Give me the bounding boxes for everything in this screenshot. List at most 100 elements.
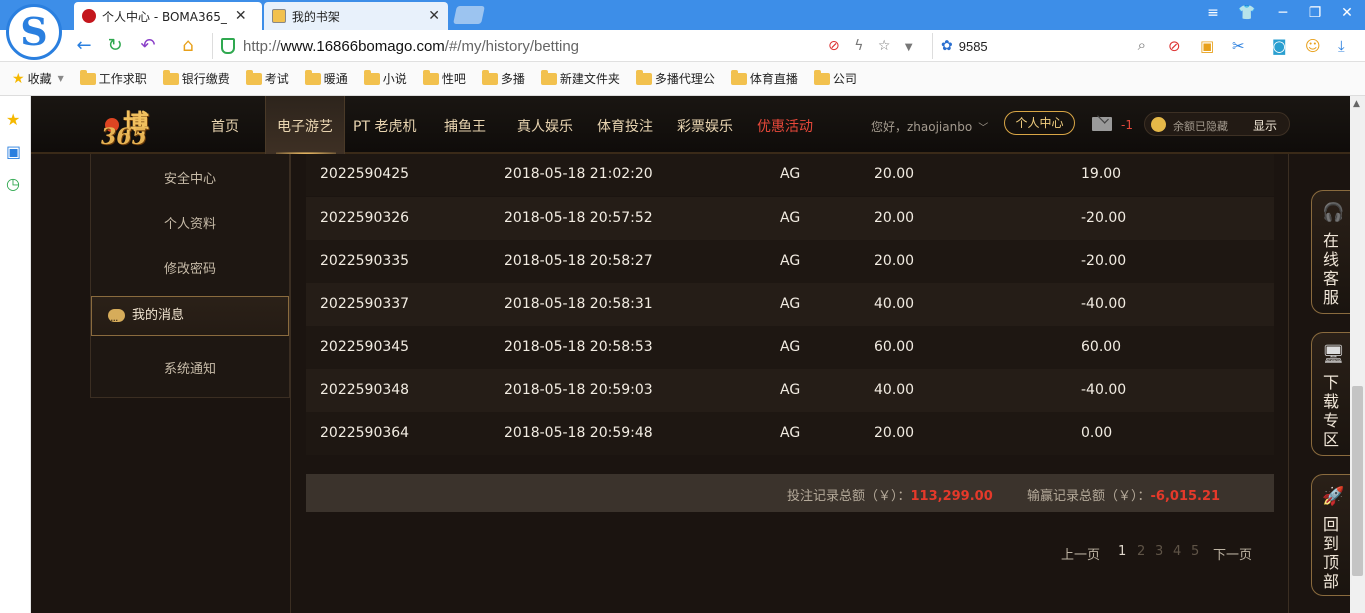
nav-fishing[interactable]: 捕鱼王 [444,116,486,136]
browser-tab-2[interactable]: 我的书架 ✕ [264,2,448,30]
menu-change-password[interactable]: 修改密码 [91,258,289,277]
window-close-icon[interactable]: ✕ [1332,5,1362,21]
win-loss: -20.00 [1081,210,1127,226]
order-id: 2022590364 [320,425,410,441]
nav-pt-slots[interactable]: PT 老虎机 [353,116,416,136]
browser-tab-1[interactable]: 个人中心 - BOMA365_ ✕ [74,2,262,30]
reader-icon[interactable]: ▣ [6,142,21,161]
bookmark-item[interactable]: ★ 收藏 ▼ [12,70,64,87]
nav-live-casino[interactable]: 真人娱乐 [517,116,573,136]
bookmark-folder[interactable]: 银行缴费 [162,69,230,87]
bookmark-folder[interactable]: 考试 [245,69,289,87]
search-icon[interactable]: ⌕ [1138,36,1146,54]
bet-amount: 20.00 [874,166,915,182]
user-center-button[interactable]: 个人中心 [1004,111,1075,135]
menu-system-notice[interactable]: 系统通知 [91,358,289,377]
nav-electronic-games[interactable]: 电子游艺 [277,116,333,136]
menu-profile[interactable]: 个人资料 [91,213,289,232]
platform: AG [780,382,801,398]
undo-icon[interactable]: ↶ [136,35,160,56]
online-service-button[interactable]: 🎧 在线客服 [1311,190,1350,314]
order-id: 2022590326 [320,210,410,226]
menu-icon[interactable]: ≡ [1198,5,1228,21]
bookmark-folder[interactable]: 性吧 [422,69,466,87]
win-loss: 60.00 [1081,339,1122,355]
nav-sports[interactable]: 体育投注 [597,116,653,136]
win-total-label: 输赢记录总额（￥）： [1027,489,1151,504]
nav-promotions[interactable]: 优惠活动 [757,116,813,136]
order-id: 2022590425 [320,166,410,182]
favorites-star-icon[interactable]: ★ [6,110,20,129]
adblock-icon[interactable]: ⊘ [1168,37,1181,55]
bet-time: 2018-05-18 20:58:27 [504,253,653,269]
back-icon[interactable]: ← [72,35,96,56]
site-logo[interactable]: 博 365 [91,100,191,152]
mail-icon[interactable] [1092,117,1112,131]
bookmark-folder[interactable]: 新建文件夹 [540,69,620,87]
download-icon[interactable]: ⤓ [1338,37,1345,55]
url-text: http://www.16866bomago.com/#/my/history/… [243,37,580,55]
prev-page-button[interactable]: 上一页 [1061,544,1100,563]
scrollbar-thumb[interactable] [1352,386,1363,576]
bookmark-folder[interactable]: 公司 [813,69,857,87]
bookmark-label: 新建文件夹 [559,72,620,86]
translate-icon[interactable]: ◙ [1272,37,1287,55]
page-3[interactable]: 3 [1155,544,1163,559]
bet-amount: 20.00 [874,253,915,269]
folder-icon [730,69,747,85]
bookmark-folder[interactable]: 小说 [363,69,407,87]
skin-icon[interactable]: 👕 [1232,5,1262,21]
home-icon[interactable]: ⌂ [176,35,200,56]
lightning-icon[interactable]: ϟ [854,38,863,54]
history-clock-icon[interactable]: ◷ [6,174,20,193]
folder-icon [245,69,262,85]
next-page-button[interactable]: 下一页 [1213,544,1252,563]
nav-home[interactable]: 首页 [211,116,239,136]
more-icon[interactable]: ☺ [1305,37,1321,55]
close-icon[interactable]: ✕ [428,8,440,24]
browser-logo[interactable]: S [6,4,62,60]
browser-tab-strip: 个人中心 - BOMA365_ ✕ 我的书架 ✕ ≡ 👕 ─ ❐ ✕ [0,0,1365,30]
s-logo-icon: S [20,9,48,54]
refresh-icon[interactable]: ↻ [103,35,127,56]
menu-security-center[interactable]: 安全中心 [91,168,289,187]
user-greeting[interactable]: 您好，zhaojianbo ﹀ [871,118,988,135]
scissors-icon[interactable]: ✂ [1232,37,1245,55]
page-5[interactable]: 5 [1191,544,1199,559]
close-icon[interactable]: ✕ [235,8,247,24]
table-row: 2022590335 2018-05-18 20:58:27 AG 20.00 … [306,240,1274,283]
order-id: 2022590345 [320,339,410,355]
win-loss: -40.00 [1081,382,1127,398]
bet-amount: 20.00 [874,210,915,226]
scroll-up-icon[interactable]: ▲ [1353,99,1360,109]
page-1[interactable]: 1 [1118,544,1126,559]
folder-icon [304,69,321,85]
back-to-top-button[interactable]: 🚀 回到顶部 [1311,474,1350,596]
download-zone-button[interactable]: 🖥 下载专区 [1311,332,1350,456]
page-4[interactable]: 4 [1173,544,1181,559]
clipboard-icon[interactable]: ▣ [1200,37,1214,55]
restore-icon[interactable]: ❐ [1300,5,1330,21]
rocket-icon: 🚀 [1322,486,1345,507]
new-tab-button[interactable] [453,6,485,24]
search-input[interactable]: ✿ 9585 ⌕ [932,33,1154,59]
block-icon[interactable]: ⊘ [828,38,840,54]
bookmark-label: 收藏 [27,72,52,86]
chevron-down-icon[interactable]: ▼ [905,42,913,53]
bookmark-folder[interactable]: 多播代理公 [635,69,715,87]
account-menu: 安全中心 个人资料 修改密码 我的消息 系统通知 [90,154,290,398]
site-navbar: 博 365 首页 电子游艺 PT 老虎机 捕鱼王 真人娱乐 体育投注 彩票娱乐 … [31,96,1350,155]
bookmark-folder[interactable]: 多播 [481,69,525,87]
menu-my-messages[interactable]: 我的消息 [91,296,289,340]
show-balance-button[interactable]: 显示 [1253,117,1277,134]
star-icon[interactable]: ☆ [878,38,891,54]
bookmark-folder[interactable]: 工作求职 [79,69,147,87]
page-2[interactable]: 2 [1137,544,1145,559]
url-input[interactable]: http://www.16866bomago.com/#/my/history/… [212,33,927,59]
nav-lottery[interactable]: 彩票娱乐 [677,116,733,136]
minimize-icon[interactable]: ─ [1268,5,1298,21]
bookmark-folder[interactable]: 体育直播 [730,69,798,87]
bet-time: 2018-05-18 20:58:53 [504,339,653,355]
bookmark-folder[interactable]: 暖通 [304,69,348,87]
page-scrollbar[interactable]: ▲ [1350,96,1365,613]
